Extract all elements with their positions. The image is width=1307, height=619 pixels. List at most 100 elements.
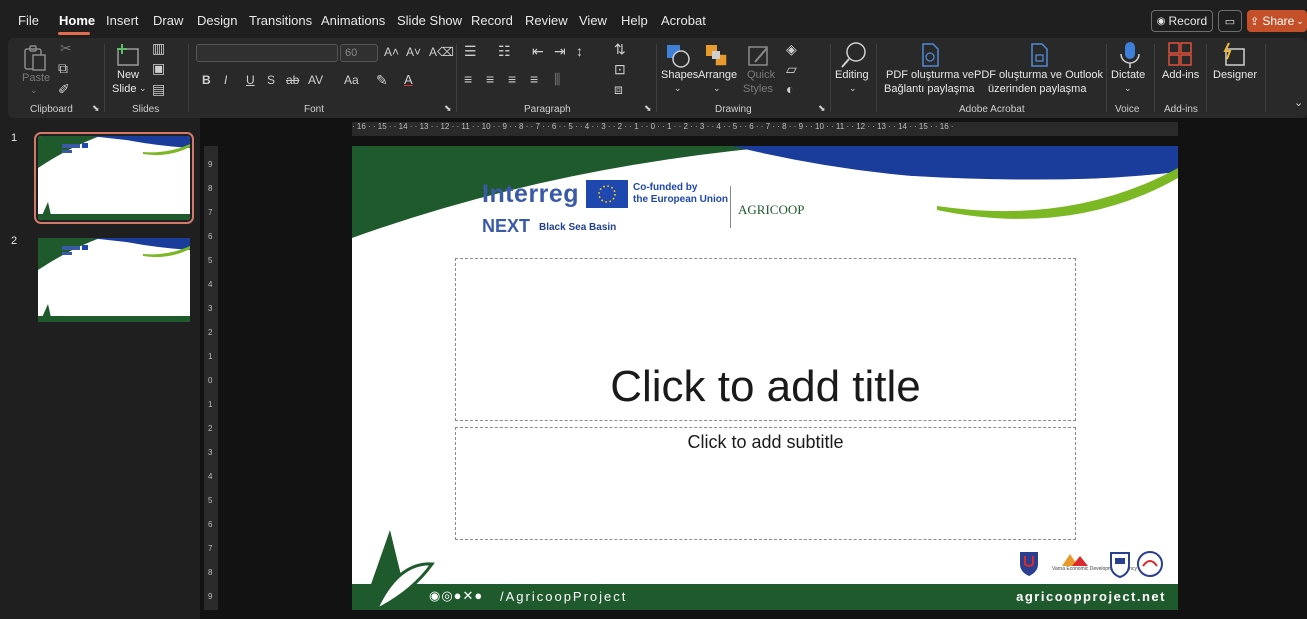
record-button[interactable]: ◉ Record [1151,10,1213,32]
group-label-paragraph: Paragraph [524,104,571,115]
menu-record[interactable]: Record [471,13,513,28]
menu-view[interactable]: View [579,13,607,28]
shadow-icon[interactable]: S [267,74,275,86]
shapes-icon[interactable] [664,42,692,70]
char-spacing-icon[interactable]: AV [308,74,323,86]
highlight-icon[interactable]: ✎ [376,73,388,87]
increase-font-icon[interactable]: A˄ [384,46,399,58]
justify-icon[interactable]: ≡ [530,72,538,86]
font-name-input[interactable] [196,44,338,62]
numbering-icon[interactable]: ☷ [498,44,511,58]
footer-social-handle: /AgricoopProject [500,589,628,604]
align-left-icon[interactable]: ≡ [464,72,472,86]
header-swoosh [352,146,1178,238]
decrease-font-icon[interactable]: A˅ [406,46,421,58]
text-direction-icon[interactable]: ⇅ [614,42,626,56]
align-text-icon[interactable]: ⊡ [614,62,626,76]
subtitle-placeholder[interactable]: Click to add subtitle [455,427,1076,540]
italic-icon[interactable]: I [224,74,227,86]
horizontal-ruler[interactable]: · 16 · · 15 · · 14 · · 13 · · 12 · · 11 … [352,122,1178,136]
menu-home[interactable]: Home [59,13,95,28]
menu-slide-show[interactable]: Slide Show [397,13,462,28]
eu-stars [598,185,616,203]
microphone-icon[interactable] [1118,40,1142,70]
dictate-label[interactable]: Dictate [1111,69,1145,81]
pdf-link-icon[interactable] [918,42,942,68]
horizontal-ruler-marks: · 16 · · 15 · · 14 · · 13 · · 12 · · 11 … [352,122,954,131]
dialog-launcher-icon[interactable]: ⬊ [444,104,452,113]
menu-animations[interactable]: Animations [321,13,385,28]
layout-icon[interactable]: ▥ [152,41,165,55]
quick-styles-icon[interactable] [745,42,773,70]
search-icon[interactable] [840,40,868,70]
pdf-outlook-icon[interactable] [1027,42,1051,68]
decrease-indent-icon[interactable]: ⇤ [532,44,544,58]
share-button-label: Share [1262,14,1295,28]
dialog-launcher-icon[interactable]: ⬊ [818,104,826,113]
group-label-adobe: Adobe Acrobat [959,104,1025,115]
shape-fill-icon[interactable]: ◈ [786,42,797,56]
menu-design[interactable]: Design [197,13,237,28]
menu-file[interactable]: File [18,13,39,28]
arrange-icon[interactable] [703,42,731,70]
vertical-ruler[interactable]: 9 8 7 6 5 4 3 2 1 0 1 2 3 4 5 6 7 8 9 [204,146,218,610]
shape-effects-icon[interactable]: ◐ [786,82,794,96]
designer-label[interactable]: Designer [1213,69,1257,81]
align-right-icon[interactable]: ≡ [508,72,516,86]
columns-icon[interactable]: ⫼ [554,72,560,86]
copy-icon[interactable]: ⧉ [58,61,68,75]
menu-acrobat[interactable]: Acrobat [661,13,706,28]
line-spacing-icon[interactable]: ↕ [576,44,583,58]
eu-cofunded-line1: Co-funded by [633,182,698,193]
format-painter-icon[interactable]: ✐ [58,82,70,96]
increase-indent-icon[interactable]: ⇥ [554,44,566,58]
title-placeholder-text[interactable]: Click to add title [456,362,1075,412]
group-label-voice: Voice [1115,104,1140,115]
bold-icon[interactable]: B [202,74,211,86]
collapse-ribbon-icon[interactable]: ⌄ [1294,98,1303,109]
slide-canvas[interactable]: Interreg NEXT Black Sea Basin Co-funded … [352,146,1178,610]
menu-transitions[interactable]: Transitions [249,13,312,28]
comments-button[interactable]: ▭ [1218,10,1242,32]
font-color-icon[interactable]: A [404,73,413,86]
new-slide-label-1[interactable]: New [117,69,139,81]
title-placeholder[interactable]: Click to add title [455,258,1076,421]
new-slide-icon[interactable] [114,42,142,68]
pdf-share-link-line1[interactable]: PDF oluşturma ve [886,69,974,81]
menu-draw[interactable]: Draw [153,13,183,28]
subtitle-placeholder-text[interactable]: Click to add subtitle [456,432,1075,453]
align-center-icon[interactable]: ≡ [486,72,494,86]
dialog-launcher-icon[interactable]: ⬊ [92,104,100,113]
bullets-icon[interactable]: ☰ [464,44,477,58]
strikethrough-icon[interactable]: ab [286,74,299,86]
share-button[interactable]: ⇪ Share ⌄ [1247,10,1307,32]
underline-icon[interactable]: U [246,74,255,86]
paste-icon[interactable] [22,44,48,72]
clear-format-icon[interactable]: A⌫ [429,46,454,58]
slide-thumbnail-2[interactable] [38,238,190,322]
reset-icon[interactable]: ▣ [152,61,165,75]
chevron-down-icon: ⌄ [139,83,147,93]
slide-thumbnail-1[interactable] [34,132,194,224]
cut-icon[interactable]: ✂ [60,41,72,55]
add-ins-icon[interactable] [1167,41,1193,69]
new-slide-label-2[interactable]: Slide [112,83,136,95]
designer-icon[interactable] [1220,41,1248,69]
menu-insert[interactable]: Insert [106,13,139,28]
menu-help[interactable]: Help [621,13,648,28]
pdf-share-outlook-line2[interactable]: üzerinden paylaşma [988,83,1086,95]
font-size-input[interactable]: 60 [340,44,378,62]
editing-label[interactable]: Editing [835,69,869,81]
pdf-share-link-line2[interactable]: Bağlantı paylaşma [884,83,975,95]
shapes-label[interactable]: Shapes [661,69,698,81]
change-case-icon[interactable]: Aa [344,74,359,86]
shape-outline-icon[interactable]: ▱ [786,62,797,76]
add-ins-label[interactable]: Add-ins [1162,69,1199,81]
section-icon[interactable]: ▤ [152,82,165,96]
menu-review[interactable]: Review [525,13,568,28]
arrange-label[interactable]: Arrange [698,69,737,81]
dialog-launcher-icon[interactable]: ⬊ [644,104,652,113]
smartart-icon[interactable]: ⧈ [614,82,623,96]
partner-logo-crest [1110,552,1130,578]
pdf-share-outlook-line1[interactable]: PDF oluşturma ve Outlook [974,69,1103,81]
